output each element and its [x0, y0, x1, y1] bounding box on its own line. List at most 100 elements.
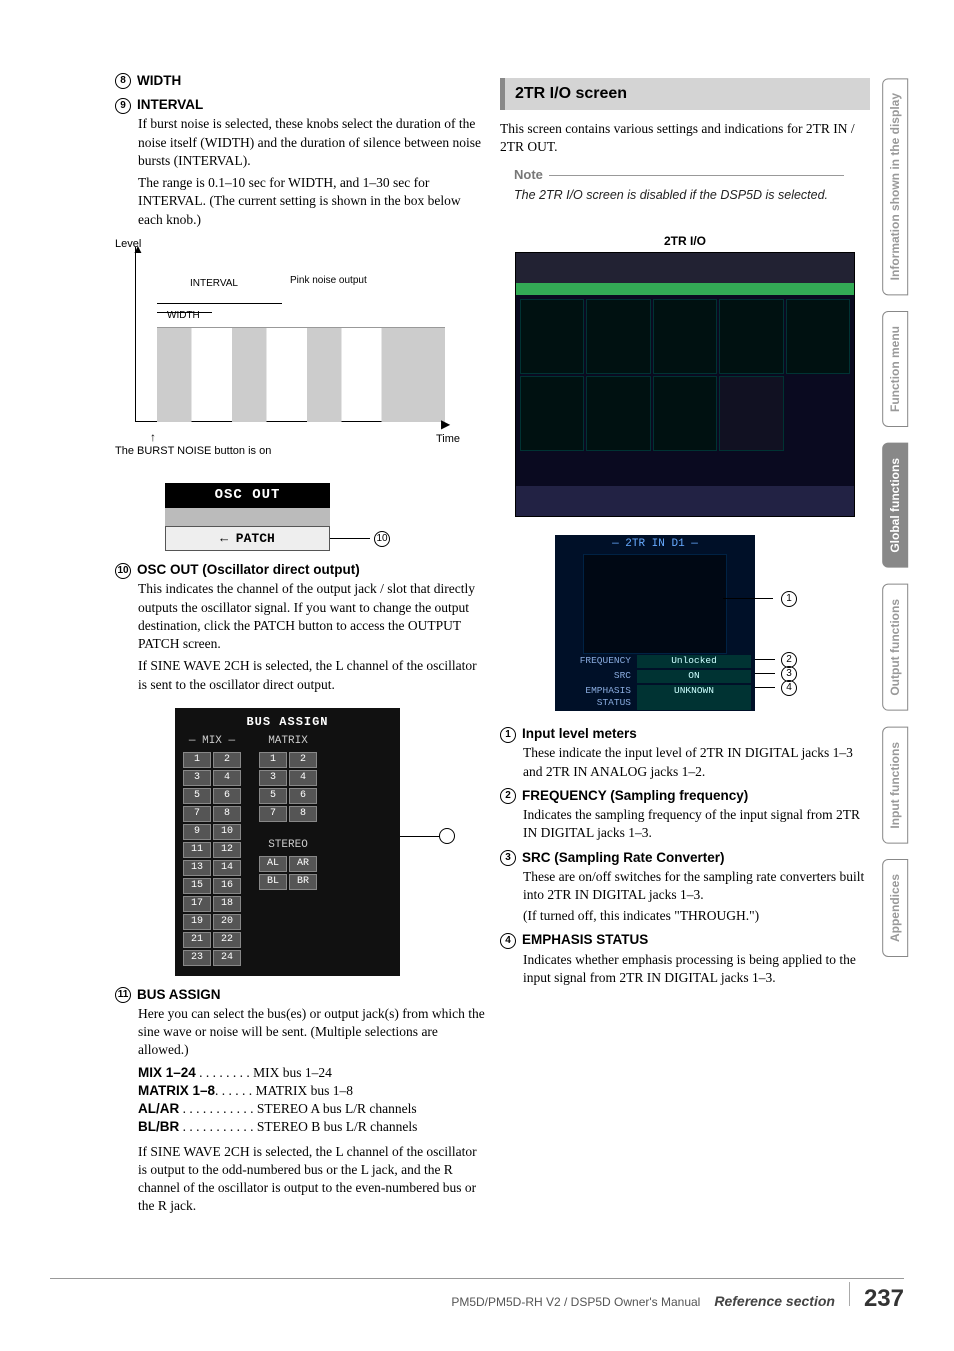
ba-cell: AL: [259, 856, 287, 872]
item-num: 2: [500, 788, 516, 804]
side-tab[interactable]: Information shown in the display: [882, 78, 908, 295]
item-bus-assign: 11 BUS ASSIGN Here you can select the bus…: [115, 986, 485, 1216]
num-9: 9: [115, 98, 131, 114]
num-10: 10: [115, 563, 131, 579]
ba-title: BUS ASSIGN: [183, 714, 392, 730]
footer-page: 237: [864, 1283, 904, 1315]
osc-out-head: OSC OUT: [165, 483, 330, 508]
footer-manual: PM5D/PM5D-RH V2 / DSP5D Owner's Manual: [451, 1294, 700, 1310]
fm-head: — 2TR IN D1 —: [555, 535, 755, 554]
osc-out-p2: If SINE WAVE 2CH is selected, the L chan…: [138, 657, 485, 693]
callout-10: 10: [374, 531, 390, 547]
bus-assign-title: BUS ASSIGN: [137, 987, 221, 1002]
ba-cell: 5: [259, 788, 287, 804]
screenshot-2tr-io: 2TR I/O: [515, 252, 855, 517]
ba-cell: 3: [183, 770, 211, 786]
ba-mix-label: — MIX —: [183, 734, 241, 749]
num-8: 8: [115, 73, 131, 89]
ba-cell: 12: [213, 842, 241, 858]
note-arrow: ↑: [150, 429, 156, 445]
note-block: Note The 2TR I/O screen is disabled if t…: [514, 166, 870, 204]
ba-stereo-label: STEREO: [259, 838, 317, 853]
right-item: 4EMPHASIS STATUSIndicates whether emphas…: [500, 931, 870, 987]
osc-out-title: OSC OUT (Oscillator direct output): [137, 562, 360, 577]
interval-p1: If burst noise is selected, these knobs …: [138, 115, 485, 170]
ba-cell: 23: [183, 950, 211, 966]
ba-cell: 22: [213, 932, 241, 948]
item-interval: 9 INTERVAL If burst noise is selected, th…: [115, 96, 485, 229]
ba-cell: 21: [183, 932, 211, 948]
graph-interval-label: INTERVAL: [190, 277, 238, 291]
width-title: WIDTH: [137, 73, 181, 88]
callout-11: 11: [439, 828, 455, 844]
ba-cell: 5: [183, 788, 211, 804]
item-title: FREQUENCY (Sampling frequency): [522, 788, 748, 803]
osc-patch-button: ← PATCH: [165, 526, 330, 552]
ba-cell: 1: [259, 752, 287, 768]
item-width: 8 WIDTH: [115, 72, 485, 90]
ba-cell: 2: [289, 752, 317, 768]
note-body: The 2TR I/O screen is disabled if the DS…: [514, 187, 870, 204]
interval-title: INTERVAL: [137, 97, 203, 112]
ba-cell: 17: [183, 896, 211, 912]
bus-assign-row: MIX 1–24 . . . . . . . . MIX bus 1–24: [138, 1064, 485, 1082]
ba-cell: 9: [183, 824, 211, 840]
bus-assign-row: AL/AR . . . . . . . . . . . STEREO A bus…: [138, 1100, 485, 1118]
burst-noise-graph: Level ▲ INTERVAL WIDTH Pink noise output…: [115, 237, 460, 467]
osc-out-p1: This indicates the channel of the output…: [138, 580, 485, 653]
page-footer: PM5D/PM5D-RH V2 / DSP5D Owner's Manual R…: [451, 1282, 904, 1315]
fig-2tr-in-d1: — 2TR IN D1 — FREQUENCYUnlockedSRCONEMPH…: [555, 535, 755, 711]
ba-cell: 19: [183, 914, 211, 930]
ba-cell: AR: [289, 856, 317, 872]
ba-cell: 10: [213, 824, 241, 840]
side-tab[interactable]: Appendices: [882, 859, 908, 957]
ba-cell: 20: [213, 914, 241, 930]
ba-cell: 6: [213, 788, 241, 804]
graph-pink-label: Pink noise output: [290, 274, 367, 288]
item-title: Input level meters: [522, 726, 637, 741]
item-title: EMPHASIS STATUS: [522, 932, 648, 947]
side-tab[interactable]: Global functions: [882, 443, 908, 568]
right-item: 2 FREQUENCY (Sampling frequency) Indicates…: [500, 787, 870, 843]
right-item: 1 Input level meters These indicate the in…: [500, 725, 870, 781]
ba-cell: 7: [183, 806, 211, 822]
ba-cell: 3: [259, 770, 287, 786]
ba-cell: 2: [213, 752, 241, 768]
item-body2: (If turned off, this indicates "THROUGH.…: [523, 907, 870, 925]
ba-cell: 7: [259, 806, 287, 822]
ba-cell: 4: [289, 770, 317, 786]
ba-cell: BR: [289, 874, 317, 890]
ba-cell: 18: [213, 896, 241, 912]
ba-cell: 13: [183, 860, 211, 876]
ba-cell: 15: [183, 878, 211, 894]
fm-row: FREQUENCYUnlocked: [555, 654, 755, 669]
item-title: SRC (Sampling Rate Converter): [522, 850, 725, 865]
callout-1: 1: [781, 591, 797, 607]
callout-4: 4: [781, 680, 797, 696]
item-osc-out: 10 OSC OUT (Oscillator direct output) Thi…: [115, 561, 485, 694]
side-tab[interactable]: Output functions: [882, 584, 908, 711]
ba-cell: 6: [289, 788, 317, 804]
footer-ref: Reference section: [714, 1292, 835, 1311]
ba-cell: 24: [213, 950, 241, 966]
right-item: 3SRC (Sampling Rate Converter)These are …: [500, 849, 870, 926]
item-num: 3: [500, 850, 516, 866]
num-11: 11: [115, 987, 131, 1003]
side-tab[interactable]: Input functions: [882, 727, 908, 844]
item-body: These indicate the input level of 2TR IN…: [523, 744, 870, 780]
bus-assign-row: BL/BR . . . . . . . . . . . STEREO B bus…: [138, 1118, 485, 1136]
bus-assign-p1: Here you can select the bus(es) or outpu…: [138, 1005, 485, 1060]
section-intro: This screen contains various settings an…: [500, 120, 870, 156]
bus-assign-p2: If SINE WAVE 2CH is selected, the L chan…: [138, 1143, 485, 1216]
graph-width-label: WIDTH: [167, 309, 200, 323]
item-num: 1: [500, 727, 516, 743]
bus-assign-figure: BUS ASSIGN — MIX — 123456789101112131415…: [175, 708, 400, 976]
ba-cell: 11: [183, 842, 211, 858]
item-body: Indicates the sampling frequency of the …: [523, 806, 870, 842]
interval-p2: The range is 0.1–10 sec for WIDTH, and 1…: [138, 174, 485, 229]
ba-cell: 8: [289, 806, 317, 822]
side-tab[interactable]: Function menu: [882, 311, 908, 427]
graph-time-label: Time: [436, 432, 460, 447]
ba-cell: BL: [259, 874, 287, 890]
fm-row: SRCON: [555, 669, 755, 684]
